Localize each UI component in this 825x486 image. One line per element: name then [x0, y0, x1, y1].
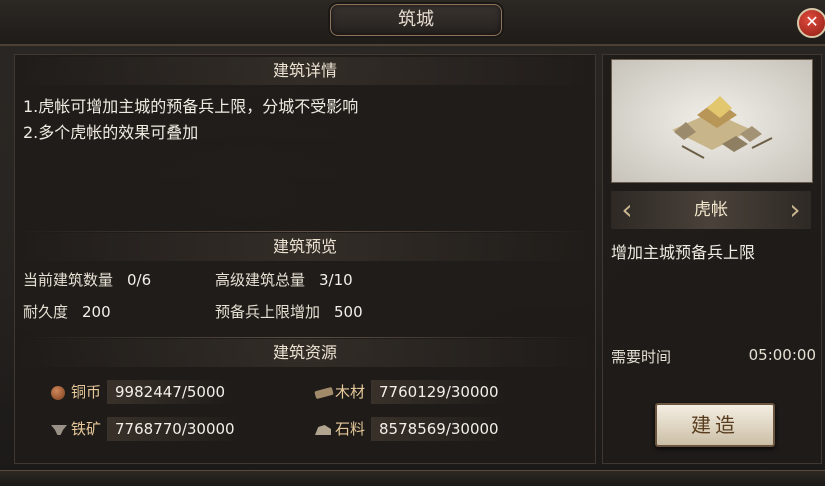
building-selector: ‹ 虎帐 › — [611, 191, 811, 229]
stat-label: 耐久度 — [23, 303, 69, 321]
resource-copper: 铜币 9982447/5000 — [51, 380, 234, 404]
bottom-border — [0, 470, 825, 486]
building-name: 虎帐 — [694, 200, 728, 220]
iron-ore-icon — [51, 425, 67, 435]
resource-amount: 7768770/30000 — [107, 417, 243, 441]
stat-label: 高级建筑总量 — [215, 271, 306, 289]
chevron-left-icon[interactable]: ‹ — [615, 195, 639, 225]
section-heading-details: 建筑详情 — [15, 57, 595, 85]
title-bar: 筑城 ✕ — [0, 0, 825, 46]
divider — [15, 337, 595, 338]
time-value: 05:00:00 — [748, 346, 816, 364]
build-button[interactable]: 建造 — [655, 403, 775, 447]
copper-coin-icon — [51, 386, 65, 400]
resource-amount: 7760129/30000 — [371, 380, 507, 404]
detail-line-1: 1.虎帐可增加主城的预备兵上限，分城不受影响 — [23, 97, 359, 116]
resource-name: 石料 — [335, 420, 366, 438]
section-heading-resources: 建筑资源 — [15, 339, 595, 367]
dialog-title: 筑城 — [330, 4, 502, 36]
resource-amount: 8578569/30000 — [371, 417, 507, 441]
tent-camp-illustration — [672, 96, 773, 159]
resource-stone: 石料 8578569/30000 — [315, 417, 507, 441]
stat-advanced-total: 高级建筑总量 3/10 — [215, 269, 353, 290]
stat-value: 0/6 — [127, 271, 152, 289]
building-panel: ‹ 虎帐 › 增加主城预备兵上限 需要时间 05:00:00 建造 — [602, 54, 822, 464]
building-preview-image — [611, 59, 813, 183]
stat-value: 3/10 — [319, 271, 353, 289]
detail-line-2: 2.多个虎帐的效果可叠加 — [23, 123, 199, 142]
stat-value: 200 — [82, 303, 111, 321]
section-heading-preview: 建筑预览 — [15, 233, 595, 261]
stat-current-count: 当前建筑数量 0/6 — [23, 269, 151, 290]
resource-name: 铜币 — [71, 383, 102, 401]
resource-name: 木材 — [335, 383, 366, 401]
stat-label: 预备兵上限增加 — [215, 303, 321, 321]
stat-label: 当前建筑数量 — [23, 271, 114, 289]
stat-value: 500 — [334, 303, 363, 321]
wood-icon — [314, 386, 334, 400]
info-panel: 建筑详情 1.虎帐可增加主城的预备兵上限，分城不受影响 2.多个虎帐的效果可叠加… — [14, 54, 596, 464]
resource-wood: 木材 7760129/30000 — [314, 380, 507, 404]
time-label: 需要时间 — [611, 348, 672, 366]
stone-icon — [315, 425, 331, 435]
resource-amount: 9982447/5000 — [107, 380, 234, 404]
stat-reserve-increase: 预备兵上限增加 500 — [215, 301, 363, 322]
divider — [15, 231, 595, 232]
building-description: 增加主城预备兵上限 — [611, 243, 756, 262]
stat-durability: 耐久度 200 — [23, 301, 111, 322]
build-time: 需要时间 05:00:00 — [611, 346, 816, 367]
resource-iron: 铁矿 7768770/30000 — [51, 417, 243, 441]
close-icon[interactable]: ✕ — [797, 8, 825, 38]
resource-name: 铁矿 — [71, 420, 102, 438]
chevron-right-icon[interactable]: › — [783, 195, 807, 225]
